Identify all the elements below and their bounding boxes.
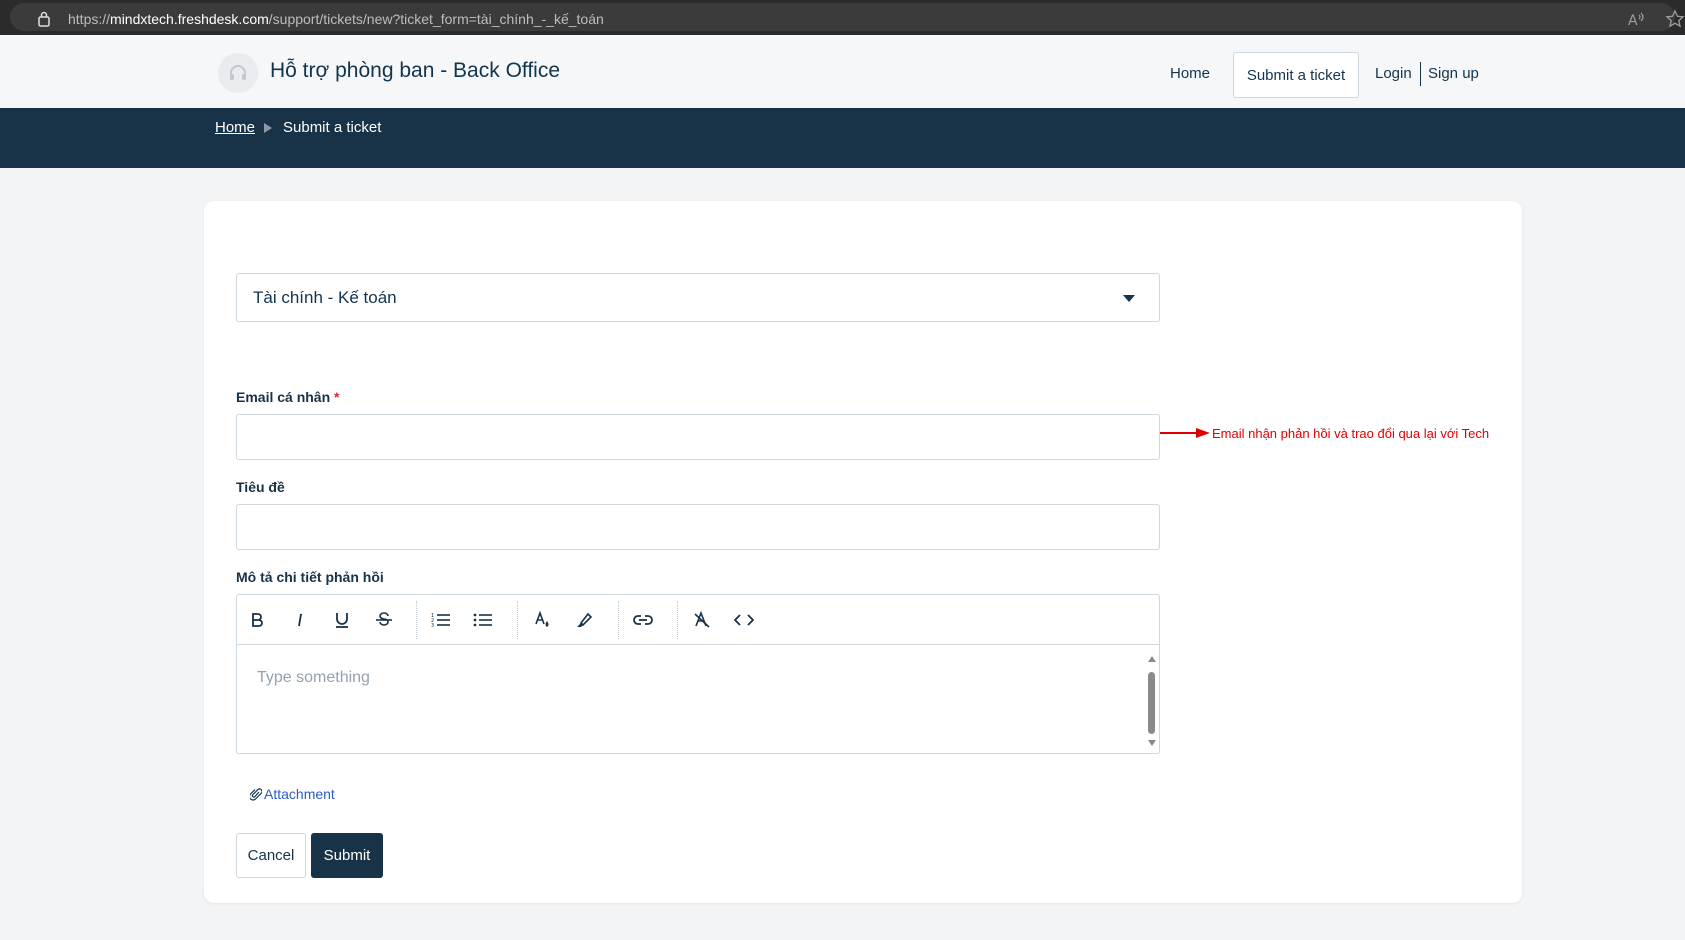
- email-annotation-note: Email nhận phản hồi và trao đổi qua lại …: [1212, 426, 1490, 441]
- read-aloud-icon[interactable]: A: [1626, 10, 1646, 30]
- scroll-down-arrow-icon[interactable]: [1148, 740, 1156, 746]
- nav-home-link[interactable]: Home: [1170, 65, 1210, 82]
- portal-title[interactable]: Hỗ trợ phòng ban - Back Office: [270, 59, 560, 83]
- lock-icon[interactable]: [38, 11, 50, 27]
- ordered-list-icon: 1 2 3: [431, 613, 450, 628]
- portal-header: Hỗ trợ phòng ban - Back Office Home Subm…: [0, 35, 1685, 108]
- breadcrumb-home-link[interactable]: Home: [215, 119, 255, 136]
- ticket-form-select[interactable]: Tài chính - Kế toán: [236, 273, 1160, 322]
- svg-text:A: A: [1628, 13, 1638, 29]
- required-mark: *: [334, 389, 340, 405]
- highlight-button[interactable]: [572, 608, 596, 632]
- editor-scrollbar[interactable]: [1147, 650, 1157, 750]
- toolbar-separator: [677, 601, 678, 639]
- editor-toolbar: 1 2 3: [237, 595, 1159, 645]
- browser-address-bar: https://mindxtech.freshdesk.com/support/…: [0, 0, 1685, 35]
- bold-icon: [252, 613, 263, 627]
- italic-icon: [298, 613, 303, 627]
- subject-field[interactable]: [236, 504, 1160, 550]
- nav-signup-link[interactable]: Sign up: [1428, 65, 1479, 82]
- email-label-text: Email cá nhân: [236, 389, 331, 405]
- submit-button[interactable]: Submit: [311, 833, 383, 878]
- clear-format-button[interactable]: [690, 608, 714, 632]
- bullet-list-button[interactable]: [471, 608, 495, 632]
- underline-icon: [336, 613, 348, 628]
- url-prefix: https://: [68, 11, 111, 27]
- chevron-down-icon: [1123, 295, 1135, 302]
- favorite-star-icon[interactable]: [1665, 9, 1685, 29]
- strikethrough-icon: [376, 612, 392, 626]
- highlight-icon: [577, 612, 593, 627]
- italic-button[interactable]: [288, 608, 312, 632]
- url-field[interactable]: https://mindxtech.freshdesk.com/support/…: [10, 3, 1685, 31]
- headset-icon: [230, 65, 246, 80]
- ticket-form-selected-value: Tài chính - Kế toán: [253, 288, 397, 307]
- description-editor[interactable]: 1 2 3 Type something: [236, 594, 1160, 754]
- email-label: Email cá nhân *: [236, 389, 340, 405]
- nav-login-link[interactable]: Login: [1375, 65, 1412, 82]
- toolbar-separator: [416, 601, 417, 639]
- bold-button[interactable]: [245, 608, 269, 632]
- underline-button[interactable]: [330, 608, 354, 632]
- description-textarea[interactable]: Type something: [237, 646, 1159, 753]
- code-view-icon: [734, 614, 754, 626]
- attachment-link[interactable]: Attachment: [250, 786, 335, 802]
- description-label: Mô tả chi tiết phản hồi: [236, 569, 384, 585]
- toolbar-separator: [517, 601, 518, 639]
- description-placeholder: Type something: [257, 669, 370, 686]
- url-text: https://mindxtech.freshdesk.com/support/…: [68, 11, 604, 27]
- scroll-up-arrow-icon[interactable]: [1148, 656, 1156, 662]
- font-color-icon: [535, 611, 549, 627]
- subject-label: Tiêu đề: [236, 479, 285, 495]
- portal-logo[interactable]: [218, 53, 258, 93]
- url-host: mindxtech.freshdesk.com: [110, 11, 269, 27]
- code-view-button[interactable]: [732, 608, 756, 632]
- strikethrough-button[interactable]: [372, 608, 396, 632]
- link-icon: [633, 615, 653, 625]
- ordered-list-button[interactable]: 1 2 3: [429, 608, 453, 632]
- scrollbar-thumb[interactable]: [1148, 672, 1155, 734]
- link-button[interactable]: [631, 608, 655, 632]
- cancel-button[interactable]: Cancel: [236, 833, 306, 878]
- font-color-button[interactable]: [530, 608, 554, 632]
- url-path: /support/tickets/new?ticket_form=tài_chí…: [268, 11, 604, 27]
- email-field[interactable]: [236, 414, 1160, 460]
- bullet-list-icon: [473, 613, 492, 627]
- toolbar-separator: [618, 601, 619, 639]
- attachment-label: Attachment: [264, 786, 335, 802]
- clear-format-icon: [694, 611, 710, 628]
- svg-text:3: 3: [431, 623, 434, 628]
- breadcrumb-current: Submit a ticket: [283, 119, 382, 136]
- breadcrumb-band: Home Submit a ticket: [0, 108, 1685, 168]
- ticket-form-card: Tài chính - Kế toán Email cá nhân * Emai…: [204, 201, 1522, 903]
- paperclip-icon: [250, 788, 262, 801]
- breadcrumb-arrow-icon: [264, 123, 272, 133]
- annotation-arrow-icon: [1160, 428, 1210, 438]
- nav-divider: [1420, 62, 1421, 86]
- nav-submit-ticket-button[interactable]: Submit a ticket: [1233, 52, 1359, 98]
